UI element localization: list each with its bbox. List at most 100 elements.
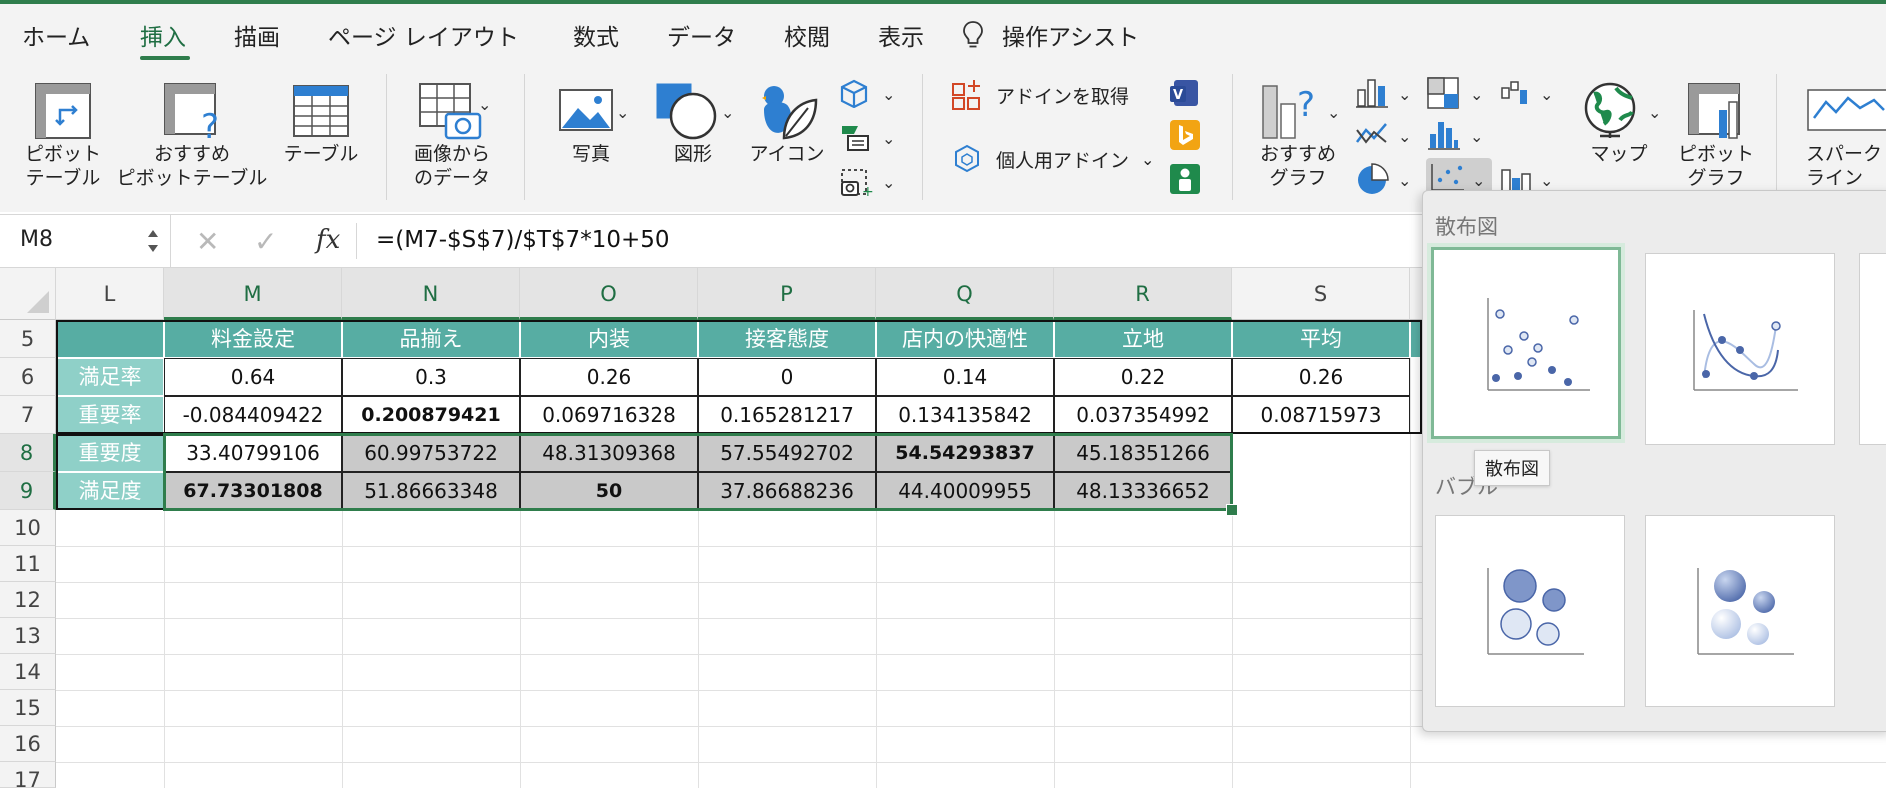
bubble-option-2d[interactable] bbox=[1435, 515, 1625, 707]
table-cell[interactable]: 50 bbox=[520, 472, 698, 510]
table-header-cell[interactable]: 店内の快適性 bbox=[876, 320, 1054, 358]
pie-chart-icon[interactable]: ⌄ bbox=[1354, 162, 1416, 198]
table-header-cell[interactable]: 平均 bbox=[1232, 320, 1410, 358]
photo-button[interactable]: ⌄ 写真 bbox=[546, 80, 636, 166]
tab-home[interactable]: ホーム bbox=[22, 18, 90, 52]
table-cell[interactable]: 0.069716328 bbox=[520, 396, 698, 434]
row-label-cell[interactable]: 満足度 bbox=[56, 472, 164, 510]
table-cell[interactable]: 0.26 bbox=[1232, 358, 1410, 396]
column-header-N[interactable]: N bbox=[342, 268, 520, 320]
scatter-option-more[interactable] bbox=[1859, 253, 1886, 445]
table-cell[interactable]: 60.99753722 bbox=[342, 434, 520, 472]
sparklines-button[interactable]: スパーク ライン bbox=[1794, 80, 1886, 190]
table-cell[interactable]: 0.14 bbox=[876, 358, 1054, 396]
waterfall-chart-icon[interactable]: ⌄ bbox=[1498, 76, 1558, 110]
data-from-picture-button[interactable]: ⌄ 画像から のデータ bbox=[400, 80, 504, 190]
table-cell[interactable]: 57.55492702 bbox=[698, 434, 876, 472]
table-cell[interactable]: 45.18351266 bbox=[1054, 434, 1232, 472]
tab-draw[interactable]: 描画 bbox=[234, 18, 280, 52]
column-chart-icon[interactable]: ⌄ bbox=[1354, 76, 1416, 110]
table-cell[interactable]: 0.64 bbox=[164, 358, 342, 396]
row-header-11[interactable]: 11 bbox=[0, 546, 56, 582]
cancel-entry-icon[interactable]: ✕ bbox=[196, 225, 219, 258]
people-graph-icon[interactable] bbox=[1168, 162, 1202, 196]
3d-model-icon[interactable]: ⌄ bbox=[840, 78, 900, 108]
table-cell[interactable]: 67.73301808 bbox=[164, 472, 342, 510]
row-header-14[interactable]: 14 bbox=[0, 654, 56, 690]
table-cell[interactable]: 37.86688236 bbox=[698, 472, 876, 510]
row-label-cell[interactable]: 満足率 bbox=[56, 358, 164, 396]
name-box[interactable]: M8 bbox=[0, 215, 171, 267]
table-cell[interactable]: 0.134135842 bbox=[876, 396, 1054, 434]
scatter-option-markers[interactable] bbox=[1431, 247, 1621, 439]
table-header-cell[interactable]: 接客態度 bbox=[698, 320, 876, 358]
table-corner-cell[interactable] bbox=[56, 320, 164, 358]
row-header-7[interactable]: 7 bbox=[0, 396, 56, 434]
smartart-icon[interactable]: ⌄ bbox=[840, 122, 900, 152]
table-cell[interactable]: 0.200879421 bbox=[342, 396, 520, 434]
row-header-5[interactable]: 5 bbox=[0, 320, 56, 358]
row-header-17[interactable]: 17 bbox=[0, 762, 56, 792]
table-cell[interactable]: 0.26 bbox=[520, 358, 698, 396]
table-header-cell[interactable]: 料金設定 bbox=[164, 320, 342, 358]
recommended-pivot-button[interactable]: ? おすすめ ピボットテーブル bbox=[116, 80, 268, 190]
row-header-9[interactable]: 9 bbox=[0, 472, 56, 510]
tab-formulas[interactable]: 数式 bbox=[573, 18, 619, 52]
recommended-charts-button[interactable]: ? ⌄ おすすめ グラフ bbox=[1250, 80, 1346, 190]
fill-handle[interactable] bbox=[1226, 504, 1238, 516]
table-header-cell[interactable]: 品揃え bbox=[342, 320, 520, 358]
row-label-cell[interactable]: 重要率 bbox=[56, 396, 164, 434]
icons-button[interactable]: アイコン bbox=[746, 80, 828, 166]
column-header-Q[interactable]: Q bbox=[876, 268, 1054, 320]
table-cell[interactable]: 0.22 bbox=[1054, 358, 1232, 396]
row-header-6[interactable]: 6 bbox=[0, 358, 56, 396]
table-button[interactable]: テーブル bbox=[276, 80, 366, 166]
formula-input[interactable]: =(M7-$S$7)/$T$7*10+50 bbox=[376, 227, 670, 253]
pivot-table-button[interactable]: ピボット テーブル bbox=[22, 80, 104, 190]
get-addins-button[interactable]: アドインを取得 bbox=[950, 78, 1129, 112]
maps-button[interactable]: ⌄ マップ bbox=[1566, 80, 1672, 166]
table-cell[interactable]: 44.40009955 bbox=[876, 472, 1054, 510]
table-cell[interactable]: 48.13336652 bbox=[1054, 472, 1232, 510]
row-label-cell[interactable]: 重要度 bbox=[56, 434, 164, 472]
tab-view[interactable]: 表示 bbox=[878, 18, 924, 52]
tell-me-assist[interactable]: 操作アシスト bbox=[1002, 18, 1139, 52]
row-header-8[interactable]: 8 bbox=[0, 434, 56, 472]
table-cell[interactable]: 48.31309368 bbox=[520, 434, 698, 472]
screenshot-icon[interactable]: + ⌄ bbox=[840, 166, 900, 198]
row-header-13[interactable]: 13 bbox=[0, 618, 56, 654]
tab-data[interactable]: データ bbox=[667, 18, 736, 52]
hierarchy-chart-icon[interactable]: ⌄ bbox=[1426, 76, 1488, 110]
table-cell[interactable]: -0.084409422 bbox=[164, 396, 342, 434]
visio-icon[interactable]: V bbox=[1168, 76, 1202, 110]
bing-icon[interactable] bbox=[1168, 118, 1202, 152]
row-header-15[interactable]: 15 bbox=[0, 690, 56, 726]
tab-page-layout[interactable]: ページ レイアウト bbox=[328, 18, 519, 52]
table-cell[interactable]: 0 bbox=[698, 358, 876, 396]
table-cell[interactable]: 0.165281217 bbox=[698, 396, 876, 434]
column-header-P[interactable]: P bbox=[698, 268, 876, 320]
table-cell[interactable]: 0.037354992 bbox=[1054, 396, 1232, 434]
row-header-10[interactable]: 10 bbox=[0, 510, 56, 546]
bubble-option-3d[interactable] bbox=[1645, 515, 1835, 707]
column-header-M[interactable]: M bbox=[164, 268, 342, 320]
table-cell[interactable]: 51.86663348 bbox=[342, 472, 520, 510]
column-header-O[interactable]: O bbox=[520, 268, 698, 320]
line-chart-icon[interactable]: ⌄ bbox=[1354, 118, 1416, 152]
pivot-chart-button[interactable]: ピボット グラフ bbox=[1674, 80, 1758, 190]
column-header-R[interactable]: R bbox=[1054, 268, 1232, 320]
active-cell[interactable]: 33.40799106 bbox=[164, 434, 342, 472]
row-header-12[interactable]: 12 bbox=[0, 582, 56, 618]
confirm-entry-icon[interactable]: ✓ bbox=[254, 225, 277, 258]
table-cell[interactable]: 0.08715973 bbox=[1232, 396, 1410, 434]
tab-insert[interactable]: 挿入 bbox=[140, 18, 186, 52]
insert-function-icon[interactable]: fx bbox=[316, 225, 340, 255]
shapes-button[interactable]: ⌄ 図形 bbox=[648, 80, 738, 166]
row-header-16[interactable]: 16 bbox=[0, 726, 56, 762]
tab-review[interactable]: 校閲 bbox=[784, 18, 830, 52]
table-header-cell[interactable]: 立地 bbox=[1054, 320, 1232, 358]
scatter-option-smooth-lines[interactable] bbox=[1645, 253, 1835, 445]
select-all-corner[interactable] bbox=[0, 268, 56, 320]
column-header-L[interactable]: L bbox=[56, 268, 164, 320]
name-box-stepper-icon[interactable] bbox=[146, 225, 160, 257]
